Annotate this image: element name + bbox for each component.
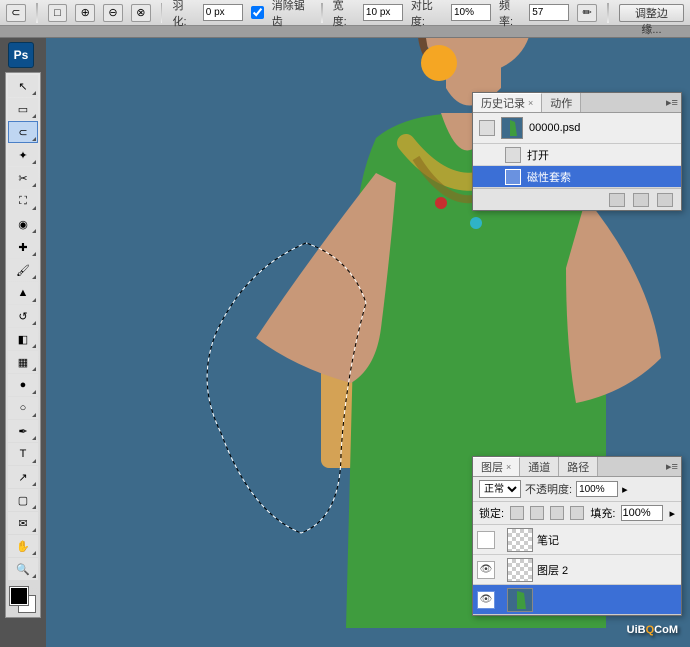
antialias-label: 消除锯齿: [272, 0, 311, 29]
tool-notes[interactable]: ✉: [8, 512, 38, 534]
snapshot-thumb: [501, 117, 523, 139]
watermark: UiBQCoM: [627, 616, 678, 639]
lock-label: 锁定:: [479, 505, 504, 521]
fill-label: 填充:: [590, 505, 615, 521]
feather-label: 羽化:: [172, 0, 194, 29]
new-snapshot-icon[interactable]: [609, 193, 625, 207]
tool-move[interactable]: ↖: [8, 75, 38, 97]
layer-name: 图层 2: [537, 562, 568, 578]
tool-path[interactable]: ↗: [8, 466, 38, 488]
tool-slice[interactable]: ⛶: [8, 190, 38, 212]
tool-gradient[interactable]: ▦: [8, 351, 38, 373]
tab-actions[interactable]: 动作: [542, 93, 581, 112]
tool-history-brush[interactable]: ↺: [8, 305, 38, 327]
history-footer: [473, 188, 681, 210]
tool-eraser[interactable]: ◧: [8, 328, 38, 350]
layer-thumb: [507, 558, 533, 582]
fill-arrow-icon[interactable]: ▸: [669, 507, 675, 520]
lock-trans-icon[interactable]: [510, 506, 524, 520]
tool-hand[interactable]: ✋: [8, 535, 38, 557]
layer-row[interactable]: 👁: [473, 585, 681, 615]
layer-row[interactable]: 笔记: [473, 525, 681, 555]
layer-row[interactable]: 👁 图层 2: [473, 555, 681, 585]
feather-input[interactable]: [203, 4, 243, 21]
opacity-label: 不透明度:: [525, 481, 572, 497]
opacity-arrow-icon[interactable]: ▸: [622, 483, 628, 496]
tool-blur[interactable]: ●: [8, 374, 38, 396]
visibility-icon[interactable]: [477, 531, 495, 549]
history-item[interactable]: 磁性套索: [473, 166, 681, 188]
contrast-label: 对比度:: [411, 0, 443, 29]
visibility-icon[interactable]: 👁: [477, 591, 495, 609]
tab-channels[interactable]: 通道: [520, 457, 559, 476]
tool-magic-wand[interactable]: ✦: [8, 144, 38, 166]
tool-lasso[interactable]: ⊂: [8, 121, 38, 143]
tool-dodge[interactable]: ○: [8, 397, 38, 419]
toolbox: ↖▭⊂✦✂⛶◉✚🖌▲↺◧▦●○✒T↗▢✉✋🔍: [5, 72, 41, 618]
options-bar: ⊂ □ ⊕ ⊖ ⊗ 羽化: 消除锯齿 宽度: 对比度: 频率: ✏ 调整边缘..…: [0, 0, 690, 26]
sub-selection-icon[interactable]: ⊖: [103, 4, 123, 22]
tool-pen[interactable]: ✒: [8, 420, 38, 442]
history-brush-icon: [479, 120, 495, 136]
history-step-label: 磁性套索: [527, 169, 571, 185]
panel-menu-icon[interactable]: ▸≡: [663, 457, 681, 476]
tool-healing[interactable]: ✚: [8, 236, 38, 258]
color-swatches[interactable]: [8, 585, 38, 615]
tool-brush[interactable]: 🖌: [8, 259, 38, 281]
history-step-label: 打开: [527, 147, 549, 163]
layers-panel: 图层× 通道 路径 ▸≡ 正常 不透明度: ▸ 锁定: 填充: ▸ 笔记 👁 图层 …: [472, 456, 682, 616]
contrast-input[interactable]: [451, 4, 491, 21]
tool-zoom[interactable]: 🔍: [8, 558, 38, 580]
tool-text[interactable]: T: [8, 443, 38, 465]
tab-layers[interactable]: 图层×: [473, 457, 520, 476]
frequency-label: 频率:: [499, 0, 521, 29]
opacity-input[interactable]: [576, 481, 618, 497]
new-selection-icon[interactable]: □: [48, 4, 68, 22]
refine-edge-button[interactable]: 调整边缘...: [619, 4, 684, 22]
blend-mode-select[interactable]: 正常: [479, 480, 521, 498]
fg-color[interactable]: [10, 587, 28, 605]
antialias-checkbox[interactable]: [251, 6, 264, 19]
history-panel: 历史记录× 动作 ▸≡ 00000.psd 打开磁性套索: [472, 92, 682, 211]
delete-icon[interactable]: [657, 193, 673, 207]
tab-history[interactable]: 历史记录×: [473, 93, 542, 112]
history-step-icon: [505, 147, 521, 163]
document-name: 00000.psd: [529, 122, 580, 134]
layer-thumb: [507, 528, 533, 552]
width-input[interactable]: [363, 4, 403, 21]
tool-eyedrop[interactable]: ◉: [8, 213, 38, 235]
history-step-icon: [505, 169, 521, 185]
layer-thumb: [507, 588, 533, 612]
tool-marquee[interactable]: ▭: [8, 98, 38, 120]
intersect-selection-icon[interactable]: ⊗: [131, 4, 151, 22]
history-snapshot[interactable]: 00000.psd: [473, 113, 681, 144]
ps-logo: Ps: [8, 42, 34, 68]
width-label: 宽度:: [333, 0, 355, 29]
fill-input[interactable]: [621, 505, 663, 521]
pressure-icon[interactable]: ✏: [577, 4, 597, 22]
tab-paths[interactable]: 路径: [559, 457, 598, 476]
lock-all-icon[interactable]: [570, 506, 584, 520]
frequency-input[interactable]: [529, 4, 569, 21]
visibility-icon[interactable]: 👁: [477, 561, 495, 579]
tool-preset-icon[interactable]: ⊂: [6, 4, 26, 22]
lock-paint-icon[interactable]: [530, 506, 544, 520]
lock-move-icon[interactable]: [550, 506, 564, 520]
new-doc-icon[interactable]: [633, 193, 649, 207]
tool-shape[interactable]: ▢: [8, 489, 38, 511]
panel-menu-icon[interactable]: ▸≡: [663, 93, 681, 112]
history-item[interactable]: 打开: [473, 144, 681, 166]
tool-stamp[interactable]: ▲: [8, 282, 38, 304]
layer-name: 笔记: [537, 532, 559, 548]
add-selection-icon[interactable]: ⊕: [75, 4, 95, 22]
tool-crop[interactable]: ✂: [8, 167, 38, 189]
